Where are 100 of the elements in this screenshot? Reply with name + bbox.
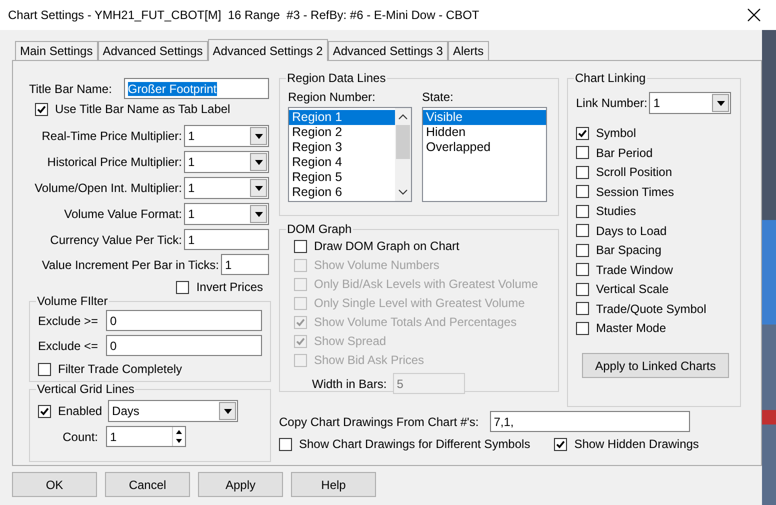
checkbox-label: Only Bid/Ask Levels with Greatest Volume (314, 277, 538, 291)
checkbox[interactable] (294, 240, 307, 252)
dropdown[interactable]: Days (108, 400, 238, 422)
checkbox-label: Trade/Quote Symbol (596, 302, 706, 316)
checkbox[interactable] (38, 362, 51, 376)
checkbox-label: Show Volume Numbers (314, 258, 440, 272)
checkmark-icon (37, 104, 46, 114)
checkbox-label: Enabled (58, 404, 102, 418)
checkbox-label: Show Chart Drawings for Different Symbols (299, 437, 530, 451)
caret-icon (254, 212, 262, 216)
tab[interactable]: Alerts (448, 41, 489, 60)
checkbox-label: Studies (596, 204, 636, 218)
checkbox-label: Show Bid Ask Prices (314, 353, 424, 367)
checkmark-icon (296, 336, 305, 346)
text-field[interactable]: 0 (106, 310, 262, 331)
checkbox-label: Show Hidden Drawings (574, 437, 699, 451)
checkbox-label: Show Spread (314, 334, 386, 348)
checkbox-label: Trade Window (596, 262, 673, 276)
checkbox[interactable] (554, 438, 568, 450)
tab[interactable]: Advanced Settings 2 (208, 39, 328, 61)
checkbox[interactable] (576, 282, 589, 296)
scrollbar[interactable] (395, 108, 411, 201)
group-title: Chart Linking (574, 71, 647, 85)
checkbox-label: Draw DOM Graph on Chart (314, 239, 460, 253)
list-item[interactable]: Region 2 (289, 125, 395, 140)
checkbox-label: Only Single Level with Greatest Volume (314, 296, 525, 310)
text-field[interactable]: Großer Footprint (124, 78, 269, 99)
list-item[interactable]: Region 3 (289, 140, 395, 155)
caret-icon (224, 408, 232, 414)
caret-icon (254, 186, 262, 190)
field-value: Großer Footprint (128, 82, 217, 96)
caret-icon (716, 100, 725, 106)
checkbox-label: Scroll Position (596, 165, 672, 179)
checkbox-label: Show Volume Totals And Percentages (314, 315, 517, 329)
checkbox-label: Days to Load (596, 224, 667, 238)
dialog-button[interactable]: OK (12, 472, 97, 497)
dropdown[interactable]: 1 (184, 125, 269, 147)
field-label: Link Number: (576, 96, 648, 110)
list-item[interactable]: Region 1 (289, 110, 395, 125)
tab[interactable]: Advanced Settings (98, 41, 208, 60)
group-title: Vertical Grid Lines (36, 382, 136, 396)
dropdown[interactable]: 1 (184, 177, 269, 199)
field-label: Value Increment Per Bar in Ticks: (42, 258, 219, 272)
checkbox[interactable] (576, 166, 589, 178)
spinner-field[interactable]: 1 (106, 426, 186, 447)
field-label: Volume Value Format: (64, 207, 182, 221)
group-title: DOM Graph (286, 222, 353, 236)
field-label: Historical Price Multiplier: (47, 155, 182, 169)
checkbox-label: Bar Spacing (596, 243, 662, 257)
group-title: Region Data Lines (286, 71, 387, 85)
checkbox[interactable] (576, 224, 589, 237)
field-label: Exclude <= (38, 338, 98, 352)
window-title: Chart Settings - YMH21_FUT_CBOT[M] 16 Range #3 - RefBy: #6 - E-Mini Dow - CBOT (8, 8, 480, 22)
group-title: Volume FIlter (36, 294, 109, 308)
list-item[interactable]: Region 4 (289, 155, 395, 170)
dropdown[interactable]: 1 (184, 203, 269, 225)
apply-linked-button[interactable]: Apply to Linked Charts (582, 353, 729, 378)
checkmark-icon (40, 406, 49, 416)
dropdown[interactable]: 1 (184, 151, 269, 173)
list-label: State: (422, 90, 454, 104)
spin-up-icon[interactable] (173, 428, 185, 436)
checkbox[interactable] (576, 263, 589, 276)
list-item[interactable]: Region 5 (289, 170, 395, 185)
field-label: Currency Value Per Tick: (50, 232, 182, 246)
checkmark-icon (578, 128, 587, 138)
checkbox[interactable] (576, 244, 589, 256)
checkbox[interactable] (576, 204, 589, 218)
text-field[interactable]: 1 (221, 254, 269, 275)
checkbox[interactable] (576, 185, 589, 198)
checkbox[interactable] (176, 280, 190, 294)
checkbox[interactable] (38, 404, 51, 418)
checkbox[interactable] (576, 146, 589, 159)
text-field[interactable]: 0 (106, 335, 262, 356)
field-label: Copy Chart Drawings From Chart #'s: (279, 414, 479, 428)
list-label: Region Number: (288, 90, 376, 104)
dropdown[interactable]: 1 (649, 92, 732, 114)
spin-down-icon[interactable] (173, 437, 185, 445)
dialog-button[interactable]: Apply (198, 472, 283, 497)
checkbox[interactable] (576, 302, 589, 315)
text-field[interactable]: 7,1, (490, 411, 690, 432)
checkbox[interactable] (576, 126, 589, 140)
tab[interactable]: Main Settings (15, 41, 98, 60)
checkbox-label: Bar Period (596, 146, 653, 160)
checkbox[interactable] (279, 438, 292, 450)
checkbox-label: Filter Trade Completely (58, 362, 182, 376)
caret-icon (254, 134, 262, 138)
tab[interactable]: Advanced Settings 3 (328, 41, 448, 60)
checkbox[interactable] (576, 322, 589, 334)
checkmark-icon (556, 440, 566, 448)
list-item[interactable]: Visible (423, 110, 546, 125)
list-item[interactable]: Region 6 (289, 185, 395, 200)
field-label: Volume/Open Int. Multiplier: (34, 181, 182, 195)
list-item[interactable]: Overlapped (423, 140, 546, 155)
list-item[interactable]: Hidden (423, 125, 546, 140)
checkbox[interactable] (35, 102, 48, 116)
field-label: Real-Time Price Multiplier: (42, 129, 182, 143)
dialog-button[interactable]: Cancel (105, 472, 190, 497)
caret-icon (254, 160, 262, 164)
dialog-button[interactable]: Help (291, 472, 376, 497)
text-field[interactable]: 1 (184, 229, 269, 250)
